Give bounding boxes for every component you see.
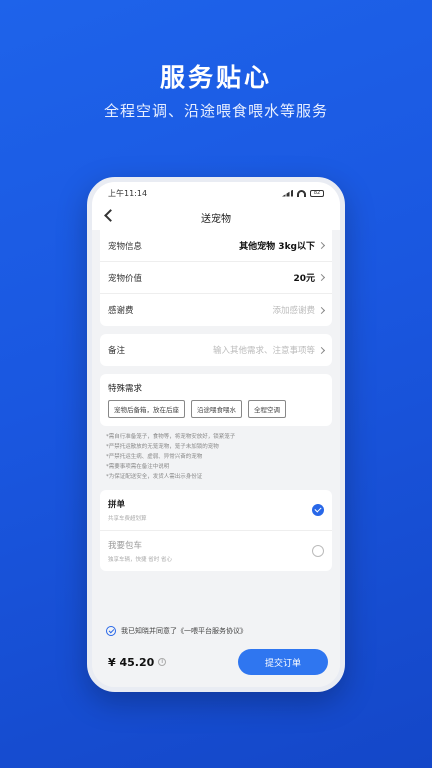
agreement-text[interactable]: 我已知晓并同意了《一喂平台服务协议》 xyxy=(121,626,247,636)
wifi-icon xyxy=(297,189,306,197)
pet-info-value: 其他宠物 3kg以下 xyxy=(239,242,315,252)
back-arrow-icon[interactable] xyxy=(104,209,117,222)
pet-value-value: 20元 xyxy=(293,274,315,284)
special-needs-title: 特殊需求 xyxy=(108,384,143,394)
note-item: *需自行准备笼子，食物等，将宠物安放好，锁紧笼子 xyxy=(106,434,236,440)
option-shared-title: 拼单 xyxy=(108,500,126,510)
special-needs-card: 特殊需求 宠物后备箱，放在后座 沿途喂食喂水 全程空调 xyxy=(100,374,332,426)
remark-card: 备注 输入其他需求、注意事项等 xyxy=(100,334,332,366)
pet-info-card: 宠物信息 其他宠物 3kg以下 宠物价值 20元 感谢费 添加感谢费 xyxy=(100,230,332,326)
note-item: *严禁托运散放的无笼宠物，笼子未加锁的宠物 xyxy=(106,444,219,450)
thanks-fee-row[interactable]: 感谢费 添加感谢费 xyxy=(100,294,332,326)
notes-list: *需自行准备笼子，食物等，将宠物安放好，锁紧笼子 *严禁托运散放的无笼宠物，笼子… xyxy=(92,426,340,488)
promo-subline: 全程空调、沿途喂食喂水等服务 xyxy=(103,102,328,120)
note-item: *严禁托运生病、虚弱、异常兴奋的宠物 xyxy=(106,454,203,460)
tag-feed-water[interactable]: 沿途喂食喂水 xyxy=(191,400,242,418)
thanks-fee-wrap: 添加感谢费 xyxy=(272,304,326,316)
status-icons: 82 xyxy=(282,189,324,197)
thanks-fee-placeholder: 添加感谢费 xyxy=(272,306,315,316)
remark-label: 备注 xyxy=(108,346,126,356)
remark-placeholder: 输入其他需求、注意事项等 xyxy=(212,346,315,356)
tag-back-seat[interactable]: 宠物后备箱，放在后座 xyxy=(108,400,185,418)
chevron-right-icon xyxy=(317,346,326,354)
option-charter-text: 我要包车 独享车辆，快捷 省时 省心 xyxy=(108,539,172,563)
remark-wrap: 输入其他需求、注意事项等 xyxy=(212,344,326,356)
chevron-right-icon xyxy=(317,306,326,314)
option-charter[interactable]: 我要包车 独享车辆，快捷 省时 省心 xyxy=(100,531,332,571)
ride-options-card: 拼单 共享车费超划算 我要包车 独享车辆，快捷 省时 省心 xyxy=(100,490,332,571)
status-time: 上午11:14 xyxy=(108,188,148,198)
radio-checked-icon[interactable] xyxy=(312,504,324,516)
battery-icon: 82 xyxy=(310,189,324,197)
total-price: ¥ 45.20 xyxy=(108,655,155,669)
chevron-right-icon xyxy=(317,273,326,282)
page-title: 送宠物 xyxy=(201,213,231,225)
note-item: *为保证配送安全，发货人需出示身份证 xyxy=(106,474,203,480)
option-charter-sub: 独享车辆，快捷 省时 省心 xyxy=(108,557,172,563)
bottom-bar: ¥ 45.20 i 提交订单 xyxy=(92,642,340,682)
thanks-fee-label: 感谢费 xyxy=(108,306,134,316)
signal-icon xyxy=(282,189,293,197)
price-wrap: ¥ 45.20 i xyxy=(108,655,167,669)
agreement-row[interactable]: 我已知晓并同意了《一喂平台服务协议》 xyxy=(92,618,340,644)
remark-row[interactable]: 备注 输入其他需求、注意事项等 xyxy=(100,334,332,366)
phone-mockup: 上午11:14 82 送宠物 宠物信息 其他宠物 3kg以下 宠物价值 20元 … xyxy=(87,177,345,692)
special-needs-tags: 宠物后备箱，放在后座 沿途喂食喂水 全程空调 xyxy=(100,400,332,426)
option-shared-text: 拼单 共享车费超划算 xyxy=(108,498,147,522)
status-bar: 上午11:14 82 xyxy=(92,182,340,204)
note-item: *需要事项需在备注中说明 xyxy=(106,464,170,470)
option-shared-sub: 共享车费超划算 xyxy=(108,516,147,522)
option-charter-title: 我要包车 xyxy=(108,541,143,551)
info-icon[interactable]: i xyxy=(158,658,167,666)
pet-value-label: 宠物价值 xyxy=(108,273,143,284)
tag-air-conditioning[interactable]: 全程空调 xyxy=(248,400,286,418)
pet-value-row[interactable]: 宠物价值 20元 xyxy=(100,262,332,294)
chevron-right-icon xyxy=(317,241,326,250)
submit-order-button[interactable]: 提交订单 xyxy=(238,649,328,675)
promo-headline: 服务贴心 xyxy=(159,63,272,92)
checkbox-checked-icon[interactable] xyxy=(106,626,116,636)
pet-info-value-wrap: 其他宠物 3kg以下 xyxy=(239,239,326,252)
app-screen: 上午11:14 82 送宠物 宠物信息 其他宠物 3kg以下 宠物价值 20元 … xyxy=(92,182,340,687)
option-shared[interactable]: 拼单 共享车费超划算 xyxy=(100,490,332,531)
pet-info-row[interactable]: 宠物信息 其他宠物 3kg以下 xyxy=(100,230,332,262)
pet-info-label: 宠物信息 xyxy=(108,241,143,252)
nav-bar: 送宠物 xyxy=(92,204,340,230)
radio-unchecked-icon[interactable] xyxy=(312,545,324,557)
pet-value-wrap: 20元 xyxy=(293,271,326,284)
